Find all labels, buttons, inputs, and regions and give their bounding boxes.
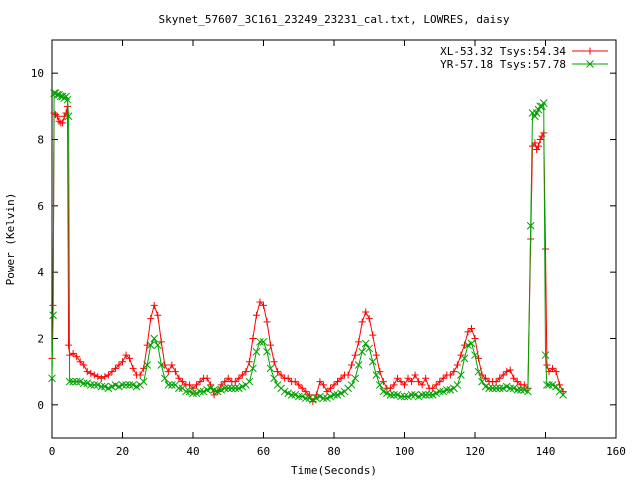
data-point	[252, 311, 260, 319]
y-tick-label: 6	[37, 200, 44, 213]
y-tick-label: 8	[37, 134, 44, 147]
data-point	[375, 381, 384, 389]
legend-marker	[586, 47, 594, 55]
y-tick-label: 10	[31, 67, 44, 80]
x-tick-label: 40	[186, 445, 199, 458]
data-point	[536, 136, 544, 143]
y-tick-label: 2	[37, 333, 44, 346]
data-point	[270, 374, 278, 383]
legend-label: YR-57.18 Tsys:57.78	[440, 58, 566, 71]
data-point	[164, 368, 172, 376]
data-point	[168, 361, 176, 369]
data-point	[358, 318, 366, 326]
data-point	[94, 373, 102, 381]
data-point	[150, 301, 158, 309]
data-point	[457, 371, 465, 379]
data-point	[348, 361, 356, 369]
data-point	[369, 331, 377, 339]
data-point	[245, 377, 254, 386]
data-point	[559, 388, 567, 396]
data-point	[160, 374, 169, 383]
data-point	[361, 339, 370, 348]
data-point	[263, 318, 271, 326]
y-tick-label: 0	[37, 399, 44, 412]
x-tick-label: 120	[465, 445, 485, 458]
data-point	[411, 371, 419, 379]
x-tick-label: 160	[606, 445, 626, 458]
data-point	[65, 341, 73, 349]
data-point	[97, 374, 105, 382]
data-point	[543, 361, 551, 369]
data-point	[154, 311, 162, 319]
data-point	[101, 373, 109, 381]
data-point	[55, 117, 63, 125]
data-point	[453, 361, 461, 369]
series-line	[51, 92, 564, 401]
series-line	[51, 106, 564, 403]
data-point	[147, 315, 155, 323]
y-axis-label: Power (Kelvin)	[4, 193, 17, 286]
data-point	[351, 374, 360, 383]
data-point	[471, 335, 479, 342]
data-point	[267, 341, 275, 349]
data-point	[478, 377, 486, 386]
data-point	[87, 369, 95, 377]
data-point	[347, 381, 356, 389]
data-point	[422, 374, 430, 382]
x-axis-label: Time(Seconds)	[291, 464, 377, 477]
data-point	[207, 381, 215, 389]
x-tick-label: 20	[116, 445, 129, 458]
data-point	[368, 357, 377, 366]
data-point	[365, 315, 373, 323]
y-tick-label: 4	[37, 266, 44, 279]
data-point	[355, 338, 363, 346]
data-point	[136, 371, 144, 379]
data-point	[249, 335, 257, 342]
data-point	[245, 358, 253, 366]
series-0	[48, 102, 567, 406]
data-point	[150, 334, 159, 343]
series-layer	[48, 89, 567, 406]
axes: 0 20 40 60 80 100 120 140 160 0 2 4 6 8 10	[31, 39, 626, 458]
data-point	[506, 366, 514, 374]
data-point	[203, 374, 211, 382]
data-point	[351, 351, 359, 359]
data-point	[372, 351, 380, 359]
legend: XL-53.32 Tsys:54.34YR-57.18 Tsys:57.78	[440, 45, 608, 71]
data-point	[59, 119, 67, 127]
data-point	[143, 341, 151, 349]
data-point	[362, 308, 370, 316]
x-tick-label: 100	[395, 445, 415, 458]
data-point	[83, 368, 91, 376]
x-tick-label: 60	[257, 445, 270, 458]
x-tick-label: 140	[536, 445, 556, 458]
data-point	[354, 361, 363, 369]
x-tick-label: 0	[49, 445, 56, 458]
chart-title: Skynet_57607_3C161_23249_23231_cal.txt, …	[159, 13, 510, 26]
data-point	[542, 245, 549, 253]
data-point	[358, 347, 367, 356]
legend-label: XL-53.32 Tsys:54.34	[440, 45, 566, 58]
data-point	[90, 371, 98, 379]
data-point	[139, 377, 148, 386]
data-point	[171, 368, 179, 376]
data-point	[365, 344, 374, 353]
data-point	[344, 371, 352, 379]
data-point	[533, 145, 541, 153]
data-point	[460, 354, 469, 363]
data-point	[252, 347, 261, 356]
data-point	[372, 371, 381, 379]
data-point	[453, 381, 462, 389]
x-tick-label: 80	[327, 445, 340, 458]
data-point	[270, 358, 278, 366]
data-point	[129, 364, 137, 372]
power-vs-time-chart: Skynet_57607_3C161_23249_23231_cal.txt, …	[4, 13, 626, 477]
